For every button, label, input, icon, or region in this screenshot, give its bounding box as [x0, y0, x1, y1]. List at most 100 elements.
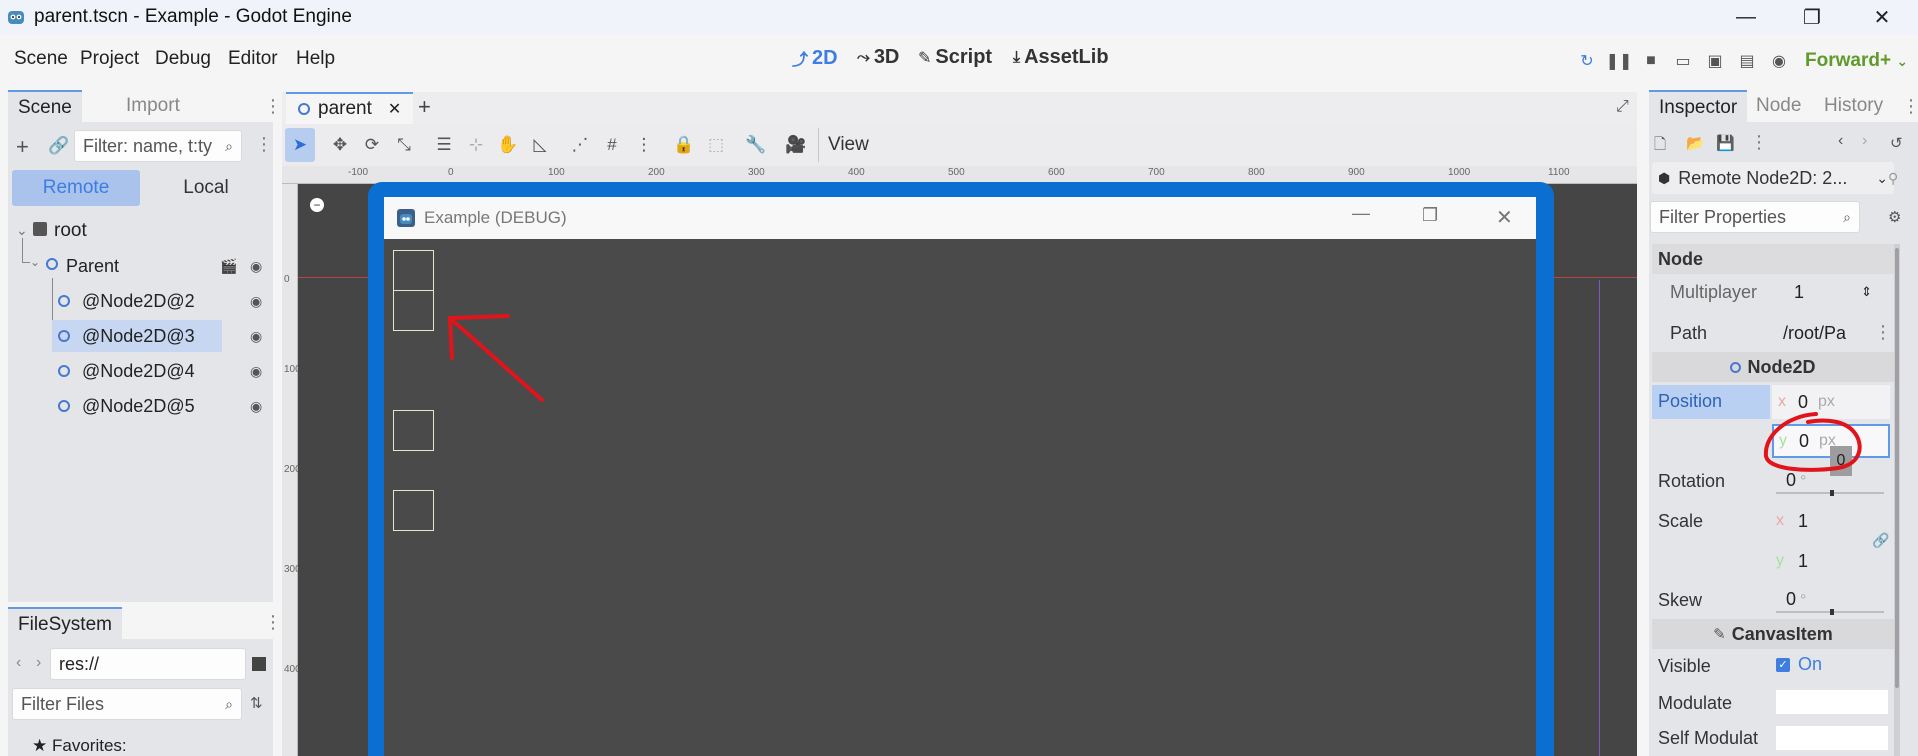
menu-scene[interactable]: Scene	[14, 48, 68, 70]
tree-item-selected[interactable]: @Node2D@3	[52, 320, 222, 352]
collapse-parent-icon[interactable]: ⌄	[30, 255, 40, 269]
dock-menu-icon[interactable]: ⋮	[264, 612, 282, 633]
clapperboard-icon[interactable]: 🎬	[220, 258, 237, 275]
list-select-icon[interactable]: ☰	[433, 134, 455, 156]
tab-history[interactable]: History	[1814, 90, 1893, 122]
section-canvasitem[interactable]: ✎ CanvasItem	[1652, 619, 1894, 649]
game-viewport[interactable]	[384, 239, 1536, 756]
file-filter-input[interactable]: Filter Files ⌕	[12, 688, 242, 720]
save-resource-icon[interactable]: 💾	[1716, 134, 1735, 152]
move-mode-icon[interactable]: ✥	[329, 134, 351, 156]
debug-minimize-button[interactable]: —	[1352, 203, 1370, 224]
add-scene-tab-button[interactable]: +	[418, 94, 431, 120]
rotate-mode-icon[interactable]: ⟳	[361, 134, 383, 156]
forward-icon[interactable]: ›	[36, 654, 41, 672]
sort-icon[interactable]: ⇅	[250, 694, 263, 712]
distraction-free-icon[interactable]: ⤢	[1616, 98, 1629, 116]
maximize-button[interactable]: ❐	[1776, 0, 1848, 34]
skew-field[interactable]: 0 °	[1786, 589, 1806, 610]
visibility-eye-icon[interactable]: ◉	[250, 398, 262, 415]
filter-properties-input[interactable]: Filter Properties ⌕	[1650, 201, 1860, 233]
skeleton-icon[interactable]: 🔧	[745, 134, 767, 156]
skew-slider-knob[interactable]	[1830, 609, 1834, 615]
lock-icon[interactable]: 🔒	[673, 134, 695, 156]
inspector-settings-icon[interactable]: ⚙	[1888, 208, 1901, 226]
pivot-icon[interactable]: ⊹	[465, 134, 487, 156]
play-scene-icon[interactable]: ▣	[1704, 50, 1726, 72]
split-mode-icon[interactable]	[252, 657, 266, 671]
self-modulate-color-swatch[interactable]	[1776, 726, 1888, 750]
tree-root-label[interactable]: root	[54, 220, 87, 242]
history-forward-icon[interactable]: ›	[1862, 132, 1867, 150]
back-icon[interactable]: ‹	[16, 654, 21, 672]
mode-3d-button[interactable]: ⤳ 3D	[857, 46, 899, 69]
add-node-icon[interactable]: +	[16, 134, 29, 160]
pan-mode-icon[interactable]: ✋	[497, 134, 519, 156]
group-icon[interactable]: ⬚	[705, 134, 727, 156]
path-menu-icon[interactable]: ⋮	[1874, 322, 1892, 343]
favorites-row[interactable]: ★ Favorites:	[32, 736, 127, 756]
debug-maximize-button[interactable]: ❐	[1422, 205, 1438, 226]
resource-menu-icon[interactable]: ⋮	[1750, 132, 1768, 153]
pause-icon[interactable]: ❚❚	[1606, 50, 1633, 72]
scene-filter-input[interactable]: Filter: name, t:ty ⌕	[74, 130, 242, 162]
tab-node[interactable]: Node	[1746, 90, 1811, 122]
multiplayer-dropdown[interactable]: 1 ⇕	[1776, 276, 1890, 308]
rotation-field[interactable]: 0 °	[1786, 470, 1806, 491]
tab-inspector[interactable]: Inspector	[1649, 90, 1748, 122]
tree-item[interactable]: @Node2D@5	[52, 390, 222, 422]
scale-x-field[interactable]: x 1	[1776, 505, 1884, 537]
new-resource-icon[interactable]: 🗋	[1654, 134, 1666, 159]
reload-icon[interactable]: ↻	[1576, 50, 1598, 72]
path-field[interactable]: res://	[50, 648, 246, 680]
modulate-color-swatch[interactable]	[1776, 690, 1888, 714]
tab-scene[interactable]: Scene	[8, 90, 82, 122]
menu-debug[interactable]: Debug	[155, 48, 211, 70]
visibility-eye-icon[interactable]: ◉	[250, 258, 262, 275]
object-selector[interactable]: ⬢ Remote Node2D: 2... ⌄	[1652, 162, 1894, 194]
mode-script-button[interactable]: ✎ Script	[918, 46, 992, 69]
scene-menu-icon[interactable]: ⋮	[255, 134, 273, 155]
visible-checkbox[interactable]: ✓ On	[1776, 654, 1822, 675]
menu-project[interactable]: Project	[80, 48, 139, 70]
scale-mode-icon[interactable]: ⤡	[393, 134, 415, 156]
link-scale-icon[interactable]: 🔗	[1872, 532, 1889, 549]
debug-close-button[interactable]: ✕	[1496, 205, 1513, 230]
tree-item[interactable]: @Node2D@4	[52, 355, 222, 387]
renderer-dropdown[interactable]: Forward+ ⌄	[1805, 50, 1908, 72]
link-icon[interactable]: 🔗	[48, 136, 69, 156]
history-back-icon[interactable]: ‹	[1838, 132, 1843, 150]
menu-help[interactable]: Help	[296, 48, 335, 70]
minimize-button[interactable]: —	[1710, 0, 1782, 34]
remote-debug-icon[interactable]: ▭	[1672, 50, 1694, 72]
close-button[interactable]: ✕	[1846, 0, 1918, 34]
stop-icon[interactable]: ■	[1640, 50, 1662, 72]
visibility-eye-icon[interactable]: ◉	[250, 363, 262, 380]
select-mode-icon[interactable]: ➤	[289, 134, 311, 156]
section-node[interactable]: Node	[1652, 244, 1894, 274]
tab-parent[interactable]: parent ✕	[286, 92, 414, 124]
visibility-eye-icon[interactable]: ◉	[250, 293, 262, 310]
mode-2d-button[interactable]: ⤴ 2D	[792, 46, 838, 70]
tab-filesystem[interactable]: FileSystem	[8, 607, 122, 639]
grid-snap-icon[interactable]: #	[601, 134, 623, 156]
tab-import[interactable]: Import	[116, 90, 190, 122]
ruler-mode-icon[interactable]: ◺	[529, 134, 551, 156]
path-value[interactable]: /root/Pa	[1783, 323, 1846, 344]
tree-item[interactable]: @Node2D@2	[52, 285, 222, 317]
smart-snap-icon[interactable]: ⋰	[569, 134, 591, 156]
dock-menu-icon[interactable]: ⋮	[264, 96, 282, 117]
close-tab-icon[interactable]: ✕	[388, 99, 401, 119]
visibility-eye-icon[interactable]: ◉	[250, 328, 262, 345]
remote-button[interactable]: Remote	[12, 170, 140, 206]
open-resource-icon[interactable]: 📂	[1686, 134, 1705, 152]
play-custom-icon[interactable]: ▤	[1736, 50, 1758, 72]
zoom-out-icon[interactable]: −	[310, 198, 324, 212]
camera-override-icon[interactable]: 🎥	[785, 134, 807, 156]
menu-editor[interactable]: Editor	[228, 48, 278, 70]
scale-y-field[interactable]: y 1	[1776, 545, 1884, 577]
object-history-icon[interactable]: ↺	[1890, 134, 1903, 152]
object-link-icon[interactable]: ⚲	[1888, 170, 1898, 187]
mode-assetlib-button[interactable]: ⤓ AssetLib	[1013, 46, 1109, 69]
dock-menu-icon[interactable]: ⋮	[1902, 96, 1918, 117]
